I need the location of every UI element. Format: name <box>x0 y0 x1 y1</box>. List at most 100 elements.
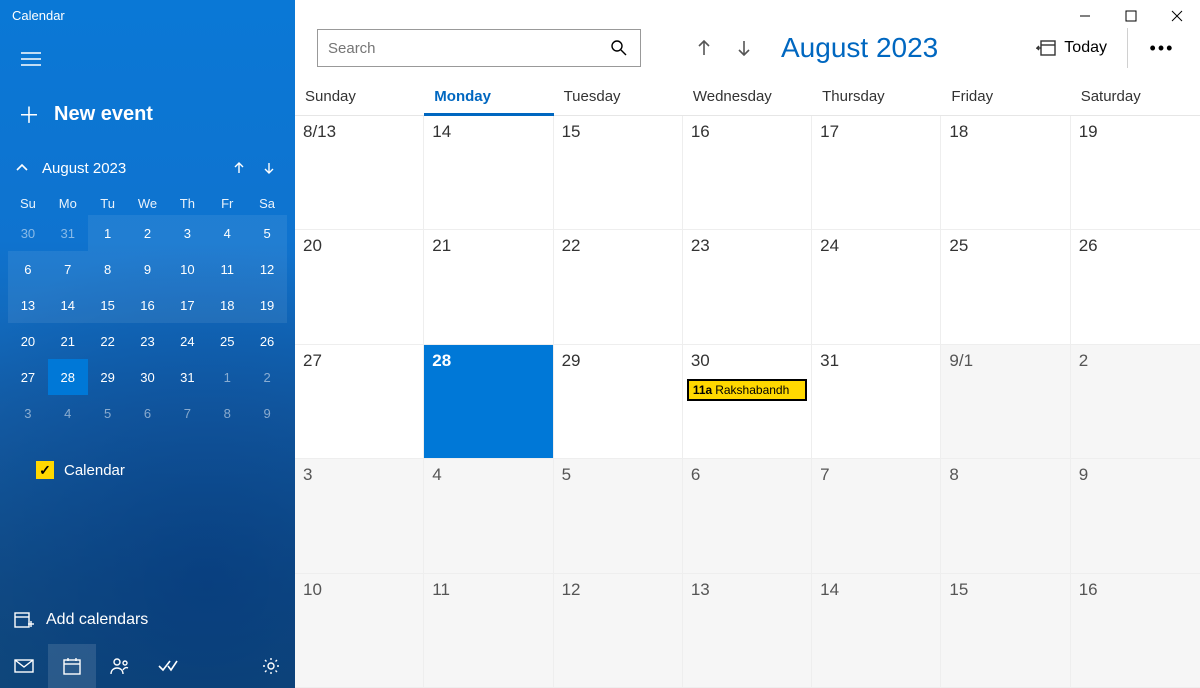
mini-cal-day[interactable]: 8 <box>207 395 247 431</box>
mini-cal-day[interactable]: 10 <box>167 251 207 287</box>
mini-cal-day[interactable]: 19 <box>247 287 287 323</box>
today-button[interactable]: Today <box>1030 35 1113 61</box>
mini-cal-day[interactable]: 18 <box>207 287 247 323</box>
mini-cal-day[interactable]: 28 <box>48 359 88 395</box>
mini-cal-day[interactable]: 9 <box>128 251 168 287</box>
day-cell[interactable]: 8/13 <box>295 116 424 230</box>
day-cell[interactable]: 23 <box>683 230 812 344</box>
search-box[interactable] <box>317 29 641 67</box>
day-cell[interactable]: 13 <box>683 574 812 688</box>
mini-cal-day[interactable]: 31 <box>48 215 88 251</box>
event-chip[interactable]: 11aRakshabandh <box>687 379 807 401</box>
day-cell[interactable]: 2 <box>1071 345 1200 459</box>
day-cell[interactable]: 14 <box>424 116 553 230</box>
day-cell[interactable]: 5 <box>554 459 683 573</box>
mini-cal-day[interactable]: 13 <box>8 287 48 323</box>
mini-cal-day[interactable]: 16 <box>128 287 168 323</box>
mini-cal-day[interactable]: 15 <box>88 287 128 323</box>
day-number: 19 <box>1079 122 1192 142</box>
calendar-nav-button[interactable] <box>48 644 96 688</box>
prev-period-button[interactable] <box>689 33 719 63</box>
day-cell[interactable]: 9 <box>1071 459 1200 573</box>
mini-cal-day[interactable]: 22 <box>88 323 128 359</box>
mini-cal-day[interactable]: 23 <box>128 323 168 359</box>
day-cell[interactable]: 25 <box>941 230 1070 344</box>
more-button[interactable]: ••• <box>1142 33 1182 63</box>
mini-cal-day[interactable]: 1 <box>88 215 128 251</box>
settings-nav-button[interactable] <box>247 644 295 688</box>
day-cell[interactable]: 12 <box>554 574 683 688</box>
day-cell[interactable]: 3 <box>295 459 424 573</box>
day-cell[interactable]: 16 <box>683 116 812 230</box>
day-cell[interactable]: 19 <box>1071 116 1200 230</box>
mini-cal-day[interactable]: 31 <box>167 359 207 395</box>
day-cell[interactable]: 20 <box>295 230 424 344</box>
mini-cal-day[interactable]: 17 <box>167 287 207 323</box>
mini-cal-next-button[interactable] <box>255 154 283 182</box>
add-calendars-button[interactable]: Add calendars <box>0 600 295 640</box>
mini-cal-day[interactable]: 26 <box>247 323 287 359</box>
day-cell[interactable]: 7 <box>812 459 941 573</box>
day-cell[interactable]: 8 <box>941 459 1070 573</box>
mini-cal-day[interactable]: 4 <box>48 395 88 431</box>
mini-cal-day[interactable]: 20 <box>8 323 48 359</box>
mini-cal-prev-button[interactable] <box>225 154 253 182</box>
calendar-checkbox[interactable]: ✓ Calendar <box>0 437 295 489</box>
mini-cal-day[interactable]: 4 <box>207 215 247 251</box>
maximize-button[interactable] <box>1108 0 1154 32</box>
day-cell[interactable]: 22 <box>554 230 683 344</box>
mini-cal-day[interactable]: 30 <box>128 359 168 395</box>
mail-nav-button[interactable] <box>0 644 48 688</box>
mini-cal-day[interactable]: 9 <box>247 395 287 431</box>
day-cell[interactable]: 4 <box>424 459 553 573</box>
mini-cal-day[interactable]: 12 <box>247 251 287 287</box>
mini-cal-day[interactable]: 24 <box>167 323 207 359</box>
next-period-button[interactable] <box>729 33 759 63</box>
mini-cal-day[interactable]: 5 <box>247 215 287 251</box>
mini-cal-day[interactable]: 21 <box>48 323 88 359</box>
day-cell[interactable]: 31 <box>812 345 941 459</box>
day-cell[interactable]: 14 <box>812 574 941 688</box>
mini-cal-day[interactable]: 3 <box>167 215 207 251</box>
mini-cal-day[interactable]: 5 <box>88 395 128 431</box>
mini-cal-day[interactable]: 11 <box>207 251 247 287</box>
mini-cal-day[interactable]: 27 <box>8 359 48 395</box>
mini-cal-day[interactable]: 1 <box>207 359 247 395</box>
day-cell[interactable]: 21 <box>424 230 553 344</box>
day-cell[interactable]: 15 <box>941 574 1070 688</box>
day-cell[interactable]: 29 <box>554 345 683 459</box>
day-cell[interactable]: 10 <box>295 574 424 688</box>
mini-cal-day[interactable]: 14 <box>48 287 88 323</box>
day-cell[interactable]: 26 <box>1071 230 1200 344</box>
day-cell[interactable]: 17 <box>812 116 941 230</box>
day-cell[interactable]: 3011aRakshabandh <box>683 345 812 459</box>
mini-cal-day[interactable]: 7 <box>167 395 207 431</box>
day-cell[interactable]: 15 <box>554 116 683 230</box>
mini-cal-day[interactable]: 25 <box>207 323 247 359</box>
day-cell[interactable]: 24 <box>812 230 941 344</box>
day-cell[interactable]: 16 <box>1071 574 1200 688</box>
day-cell[interactable]: 9/1 <box>941 345 1070 459</box>
mini-cal-day[interactable]: 2 <box>247 359 287 395</box>
day-cell[interactable]: 28 <box>424 345 553 459</box>
day-cell[interactable]: 6 <box>683 459 812 573</box>
hamburger-button[interactable] <box>10 38 52 80</box>
day-cell[interactable]: 27 <box>295 345 424 459</box>
mini-cal-collapse-button[interactable] <box>8 154 36 182</box>
minimize-button[interactable] <box>1062 0 1108 32</box>
mini-cal-day[interactable]: 6 <box>128 395 168 431</box>
search-input[interactable] <box>328 40 610 57</box>
mini-cal-day[interactable]: 3 <box>8 395 48 431</box>
new-event-button[interactable]: ＋ New event <box>0 80 295 140</box>
mini-cal-day[interactable]: 29 <box>88 359 128 395</box>
close-button[interactable] <box>1154 0 1200 32</box>
day-cell[interactable]: 18 <box>941 116 1070 230</box>
todo-nav-button[interactable] <box>144 644 192 688</box>
mini-cal-day[interactable]: 8 <box>88 251 128 287</box>
day-cell[interactable]: 11 <box>424 574 553 688</box>
mini-cal-day[interactable]: 6 <box>8 251 48 287</box>
mini-cal-day[interactable]: 7 <box>48 251 88 287</box>
people-nav-button[interactable] <box>96 644 144 688</box>
mini-cal-day[interactable]: 2 <box>128 215 168 251</box>
mini-cal-day[interactable]: 30 <box>8 215 48 251</box>
